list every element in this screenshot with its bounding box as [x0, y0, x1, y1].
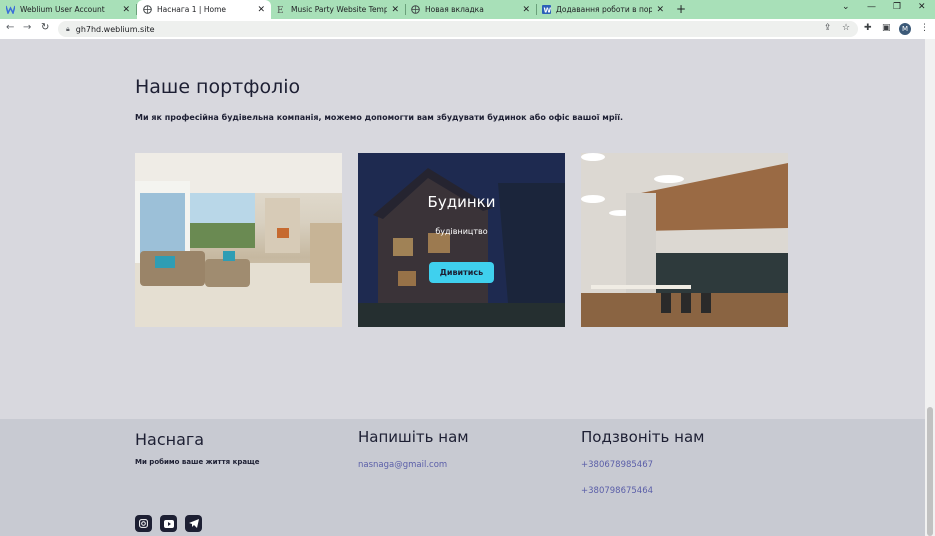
forward-icon[interactable]: →	[23, 22, 31, 33]
tab-strip: Weblium User Account ✕ Наснага 1 | Home …	[0, 0, 935, 19]
tab-title: Weblium User Account	[20, 5, 105, 14]
instagram-icon[interactable]	[135, 515, 152, 532]
youtube-icon[interactable]	[160, 515, 177, 532]
tab-add-portfolio-work[interactable]: W Додавання роботи в портфоліо ✕	[536, 0, 670, 19]
close-window-icon[interactable]: ✕	[918, 2, 926, 12]
close-tab-icon[interactable]: ✕	[522, 5, 530, 15]
back-icon[interactable]: ←	[6, 22, 14, 33]
elementor-icon: E	[277, 5, 286, 16]
weblium-logo-icon	[5, 5, 16, 16]
footer-tagline: Ми робимо ваше життя краще	[135, 458, 260, 466]
footer-brand: Наснага	[135, 430, 205, 449]
card-title: Будинки	[427, 193, 496, 211]
tab-new-tab[interactable]: Новая вкладка ✕	[405, 0, 536, 19]
svg-text:E: E	[277, 6, 284, 14]
portfolio-card-houses[interactable]: Будинки будівництво Дивитись	[358, 153, 565, 327]
tab-music-party[interactable]: E Music Party Website Template Di ✕	[271, 0, 405, 19]
menu-kebab-icon[interactable]: ⋮	[920, 23, 929, 33]
reload-icon[interactable]: ↻	[41, 22, 49, 33]
minimize-icon[interactable]: —	[867, 2, 876, 12]
word-icon: W	[542, 5, 552, 15]
toolbar: ← → ↻ 🔒︎ gh7hd.weblium.site ⇪ ☆ ✚ ▣ ⋮	[0, 19, 935, 39]
footer-write-title: Напишіть нам	[358, 428, 469, 446]
footer-phone-2[interactable]: +380798675464	[581, 486, 653, 496]
portfolio-card-office[interactable]	[581, 153, 788, 327]
globe-icon	[143, 5, 152, 14]
scrollbar-thumb[interactable]	[927, 407, 933, 536]
office-image	[581, 153, 788, 327]
address-bar[interactable]: 🔒︎ gh7hd.weblium.site	[58, 21, 858, 37]
side-panel-icon[interactable]: ▣	[882, 23, 891, 33]
telegram-icon[interactable]	[185, 515, 202, 532]
globe-icon	[411, 5, 420, 14]
tab-weblium-account[interactable]: Weblium User Account ✕	[0, 0, 136, 19]
portfolio-card-living-room[interactable]	[135, 153, 342, 327]
close-tab-icon[interactable]: ✕	[391, 5, 399, 15]
close-tab-icon[interactable]: ✕	[122, 5, 130, 15]
living-room-image	[135, 153, 342, 327]
tab-title: Новая вкладка	[425, 5, 484, 14]
tab-title: Додавання роботи в портфоліо	[556, 5, 653, 14]
card-overlay	[358, 153, 565, 327]
lock-icon[interactable]: 🔒︎	[66, 25, 70, 34]
avatar[interactable]: M	[899, 23, 911, 35]
close-tab-icon[interactable]: ✕	[257, 5, 265, 15]
footer-phone-1[interactable]: +380678985467	[581, 460, 653, 470]
scrollbar[interactable]	[925, 39, 935, 536]
card-subtitle: будівництво	[435, 227, 488, 236]
tab-title: Music Party Website Template Di	[291, 5, 388, 14]
url-text: gh7hd.weblium.site	[75, 24, 155, 34]
tab-nasnaga-home[interactable]: Наснага 1 | Home ✕	[137, 0, 271, 19]
extensions-icon[interactable]: ✚	[864, 23, 872, 33]
footer-call-title: Подзвоніть нам	[581, 428, 705, 446]
svg-text:W: W	[544, 7, 552, 15]
tab-search-chevron-icon[interactable]: ⌄	[842, 2, 850, 12]
tab-title: Наснага 1 | Home	[157, 5, 226, 14]
portfolio-subtitle: Ми як професійна будівельна компанія, мо…	[135, 113, 624, 122]
close-tab-icon[interactable]: ✕	[656, 5, 664, 15]
restore-icon[interactable]: ❐	[893, 2, 901, 12]
bookmark-star-icon[interactable]: ☆	[842, 23, 850, 33]
portfolio-title: Наше портфоліо	[135, 76, 301, 98]
new-tab-icon[interactable]: +	[676, 2, 686, 16]
footer-email-link[interactable]: nasnaga@gmail.com	[358, 460, 447, 470]
share-icon[interactable]: ⇪	[824, 23, 832, 33]
view-button[interactable]: Дивитись	[429, 262, 494, 283]
